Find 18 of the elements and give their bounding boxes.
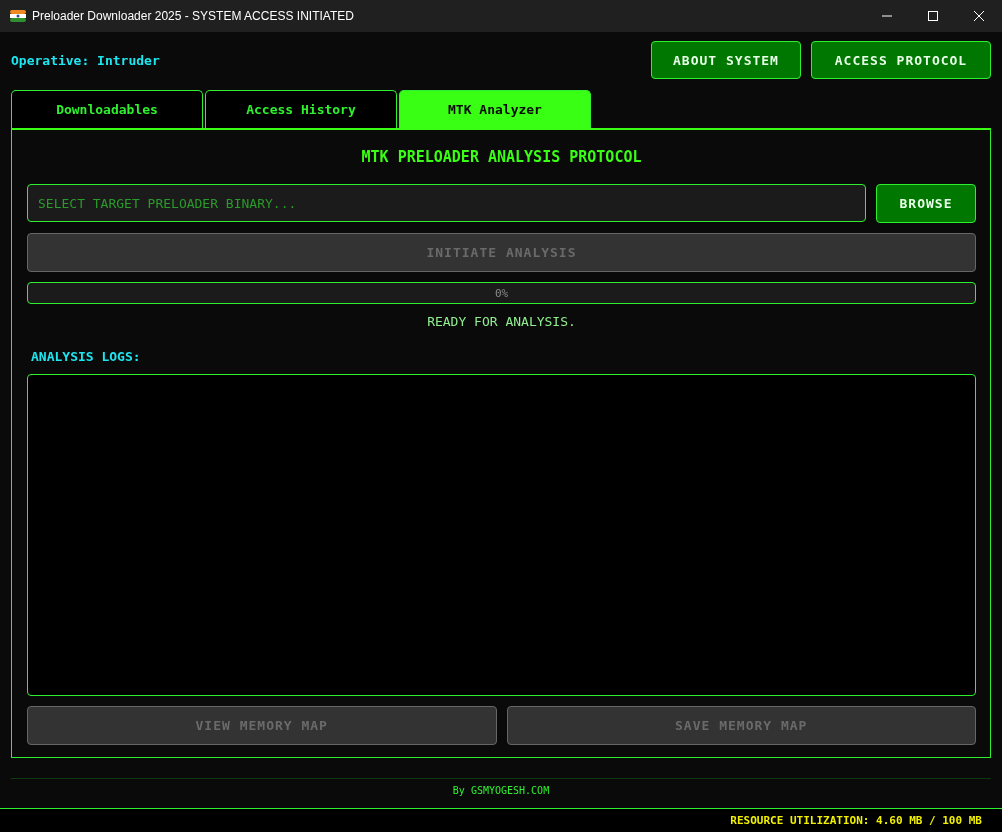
close-icon[interactable] <box>973 10 985 22</box>
browse-button[interactable]: BROWSE <box>876 184 976 223</box>
resource-usage: RESOURCE UTILIZATION: 4.60 MB / 100 MB <box>730 814 982 827</box>
tab[interactable]: Access History <box>205 90 397 128</box>
header-button[interactable]: ABOUT SYSTEM <box>651 41 801 79</box>
maximize-icon[interactable] <box>927 10 939 22</box>
file-path-field[interactable]: SELECT TARGET PRELOADER BINARY... <box>27 184 866 222</box>
logs-label: ANALYSIS LOGS: <box>31 349 142 364</box>
tab[interactable]: MTK Analyzer <box>399 90 591 128</box>
header-button[interactable]: ACCESS PROTOCOL <box>811 41 991 79</box>
status-message: READY FOR ANALYSIS. <box>426 314 577 329</box>
flag-icon <box>10 10 26 22</box>
footer-credit: By GSMYOGESH.COM <box>11 778 991 796</box>
progress-reading: 0% <box>494 286 509 300</box>
operative-label: Operative: Intruder <box>11 52 160 68</box>
panel-heading: MTK PRELOADER ANALYSIS PROTOCOL <box>360 148 643 166</box>
tab[interactable]: Downloadables <box>11 90 203 128</box>
window-title: Preloader Downloader 2025 - SYSTEM ACCESS INITIATED <box>32 9 354 23</box>
